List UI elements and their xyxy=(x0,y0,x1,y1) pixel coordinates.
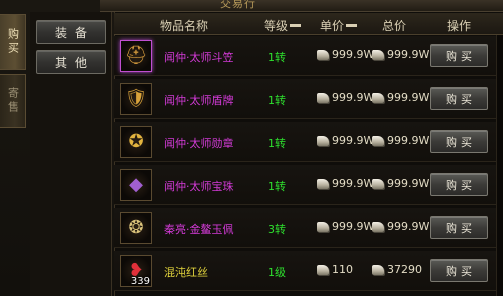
unit-price: 999.9W xyxy=(317,220,374,233)
unit-price: 999.9W xyxy=(317,91,374,104)
buy-button[interactable]: 购买 xyxy=(430,173,488,196)
header-operation: 操作 xyxy=(447,19,472,33)
tab-sell[interactable]: 寄售 xyxy=(0,74,26,128)
item-slot[interactable]: ◆ xyxy=(120,169,152,201)
item-level: 1级 xyxy=(268,266,286,279)
window-title: 交易行 xyxy=(220,0,256,10)
total-price: 999.9W xyxy=(372,134,429,147)
item-slot[interactable]: ✪ xyxy=(120,126,152,158)
buy-button[interactable]: 购买 xyxy=(430,87,488,110)
item-quantity: 339 xyxy=(130,276,150,287)
unit-price: 999.9W xyxy=(317,134,374,147)
item-level: 1转 xyxy=(268,137,286,150)
unit-price-value: 999.9W xyxy=(332,91,375,104)
header-level-label: 等级 xyxy=(264,19,289,33)
buy-button[interactable]: 购买 xyxy=(430,216,488,239)
total-price: 999.9W xyxy=(372,48,429,61)
total-price-value: 999.9W xyxy=(387,177,430,190)
tab-buy[interactable]: 购买 xyxy=(0,14,26,70)
header-unit-price-label: 单价 xyxy=(320,19,345,33)
total-price-value: 37290 xyxy=(387,263,422,276)
silver-coin-icon xyxy=(372,178,384,189)
item-name: 闻仲·太师勋章 xyxy=(164,137,234,150)
unit-price: 999.9W xyxy=(317,177,374,190)
table-row[interactable]: ❥ 339 混沌红丝 1级 110 37290 购买 xyxy=(114,251,503,291)
unit-price-value: 110 xyxy=(332,263,353,276)
total-price: 999.9W xyxy=(372,177,429,190)
silver-coin-icon xyxy=(317,135,329,146)
silver-coin-icon xyxy=(372,221,384,232)
unit-price-value: 999.9W xyxy=(332,177,375,190)
table-row[interactable]: ⛑ 闻仲·太师斗笠 1转 999.9W 999.9W 购买 xyxy=(114,36,503,76)
silver-coin-icon xyxy=(372,135,384,146)
item-slot[interactable]: ❂ xyxy=(120,212,152,244)
silver-coin-icon xyxy=(372,49,384,60)
buy-button[interactable]: 购买 xyxy=(430,130,488,153)
item-level: 3转 xyxy=(268,223,286,236)
category-other-button[interactable]: 其他 xyxy=(36,50,106,74)
item-slot[interactable]: ❥ 339 xyxy=(120,255,152,287)
silver-coin-icon xyxy=(372,264,384,275)
total-price-value: 999.9W xyxy=(387,91,430,104)
silver-coin-icon xyxy=(317,178,329,189)
header-level[interactable]: 等级 xyxy=(264,17,302,34)
scrollbar[interactable] xyxy=(496,35,503,296)
table-header: 物品名称 等级 单价 总价 操作 xyxy=(114,13,503,35)
total-price: 37290 xyxy=(372,263,422,276)
silver-coin-icon xyxy=(317,221,329,232)
item-name: 秦亮·金鳌玉佩 xyxy=(164,223,234,236)
medal-icon: ✪ xyxy=(128,131,144,152)
helmet-icon: ⛑ xyxy=(124,45,148,66)
item-name: 闻仲·太师盾牌 xyxy=(164,94,234,107)
table-row[interactable]: ✪ 闻仲·太师勋章 1转 999.9W 999.9W 购买 xyxy=(114,122,503,162)
header-name: 物品名称 xyxy=(160,19,209,33)
silver-coin-icon xyxy=(317,49,329,60)
item-name: 闻仲·太师斗笠 xyxy=(164,51,234,64)
table-row[interactable]: ❂ 秦亮·金鳌玉佩 3转 999.9W 999.9W 购买 xyxy=(114,208,503,248)
total-price-value: 999.9W xyxy=(387,48,430,61)
total-price-value: 999.9W xyxy=(387,134,430,147)
item-name: 混沌红丝 xyxy=(164,266,208,279)
item-slot[interactable]: ⛑ xyxy=(120,40,152,72)
table-row[interactable]: 🛡 闻仲·太师盾牌 1转 999.9W 999.9W 购买 xyxy=(114,79,503,119)
sort-icon xyxy=(290,24,302,27)
category-equip-button[interactable]: 装备 xyxy=(36,20,106,44)
shield-icon: 🛡 xyxy=(124,88,148,109)
buy-button[interactable]: 购买 xyxy=(430,259,488,282)
table-row[interactable]: ◆ 闻仲·太师宝珠 1转 999.9W 999.9W 购买 xyxy=(114,165,503,205)
silver-coin-icon xyxy=(372,92,384,103)
header-unit-price[interactable]: 单价 xyxy=(320,17,358,34)
unit-price-value: 999.9W xyxy=(332,220,375,233)
unit-price: 999.9W xyxy=(317,48,374,61)
silver-coin-icon xyxy=(317,264,329,275)
unit-price: 110 xyxy=(317,263,353,276)
silver-coin-icon xyxy=(317,92,329,103)
gem-icon: ◆ xyxy=(129,174,143,195)
unit-price-value: 999.9W xyxy=(332,134,375,147)
window-top-bar: 交易行 xyxy=(100,0,503,12)
total-price: 999.9W xyxy=(372,91,429,104)
unit-price-value: 999.9W xyxy=(332,48,375,61)
sort-icon xyxy=(346,24,358,27)
item-level: 1转 xyxy=(268,51,286,64)
item-level: 1转 xyxy=(268,94,286,107)
header-total-price: 总价 xyxy=(382,19,407,33)
buy-button[interactable]: 购买 xyxy=(430,44,488,67)
item-level: 1转 xyxy=(268,180,286,193)
jade-pendant-icon: ❂ xyxy=(128,217,144,238)
item-slot[interactable]: 🛡 xyxy=(120,83,152,115)
total-price: 999.9W xyxy=(372,220,429,233)
item-name: 闻仲·太师宝珠 xyxy=(164,180,234,193)
total-price-value: 999.9W xyxy=(387,220,430,233)
